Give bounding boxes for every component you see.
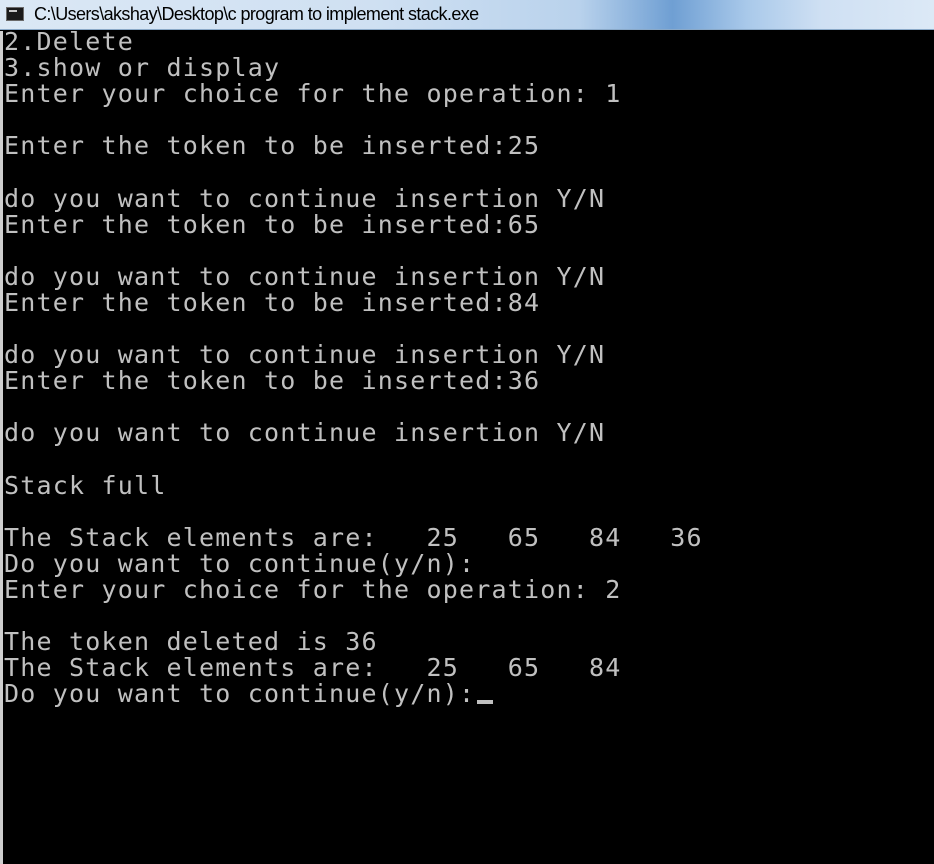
console-line: Enter your choice for the operation: 2 (4, 574, 622, 604)
console-line: Enter the token to be inserted:65 (4, 209, 541, 239)
console-line: Enter the token to be inserted:25 (4, 131, 541, 161)
console-prompt-line: Do you want to continue(y/n): (4, 681, 703, 707)
console-line: Stack full (4, 470, 167, 500)
console-window: C:\Users\akshay\Desktop\c program to imp… (0, 0, 934, 864)
console-line: The Stack elements are: 25 65 84 36 (4, 522, 703, 552)
console-line: The token deleted is 36 (4, 627, 378, 657)
text-cursor (477, 700, 494, 705)
console-line: do you want to continue insertion Y/N (4, 183, 606, 213)
console-app-icon[interactable] (6, 7, 24, 21)
console-line: The Stack elements are: 25 65 84 (4, 653, 622, 683)
console-line: do you want to continue insertion Y/N (4, 418, 606, 448)
console-line: do you want to continue insertion Y/N (4, 261, 606, 291)
console-line: 2.Delete (4, 31, 135, 56)
console-line: Enter the token to be inserted:84 (4, 287, 541, 317)
window-title: C:\Users\akshay\Desktop\c program to imp… (34, 4, 479, 24)
title-bar[interactable]: C:\Users\akshay\Desktop\c program to imp… (0, 0, 934, 30)
console-text-area: 2.Delete 3.show or display Enter your ch… (4, 31, 703, 707)
console-output[interactable]: 2.Delete 3.show or display Enter your ch… (0, 31, 934, 864)
console-line: Do you want to continue(y/n): (4, 548, 476, 578)
console-line: Enter the token to be inserted:36 (4, 366, 541, 396)
prompt-text: Do you want to continue(y/n): (4, 679, 476, 709)
console-line: 3.show or display (4, 53, 281, 83)
console-line: Enter your choice for the operation: 1 (4, 79, 622, 109)
console-line: do you want to continue insertion Y/N (4, 340, 606, 370)
